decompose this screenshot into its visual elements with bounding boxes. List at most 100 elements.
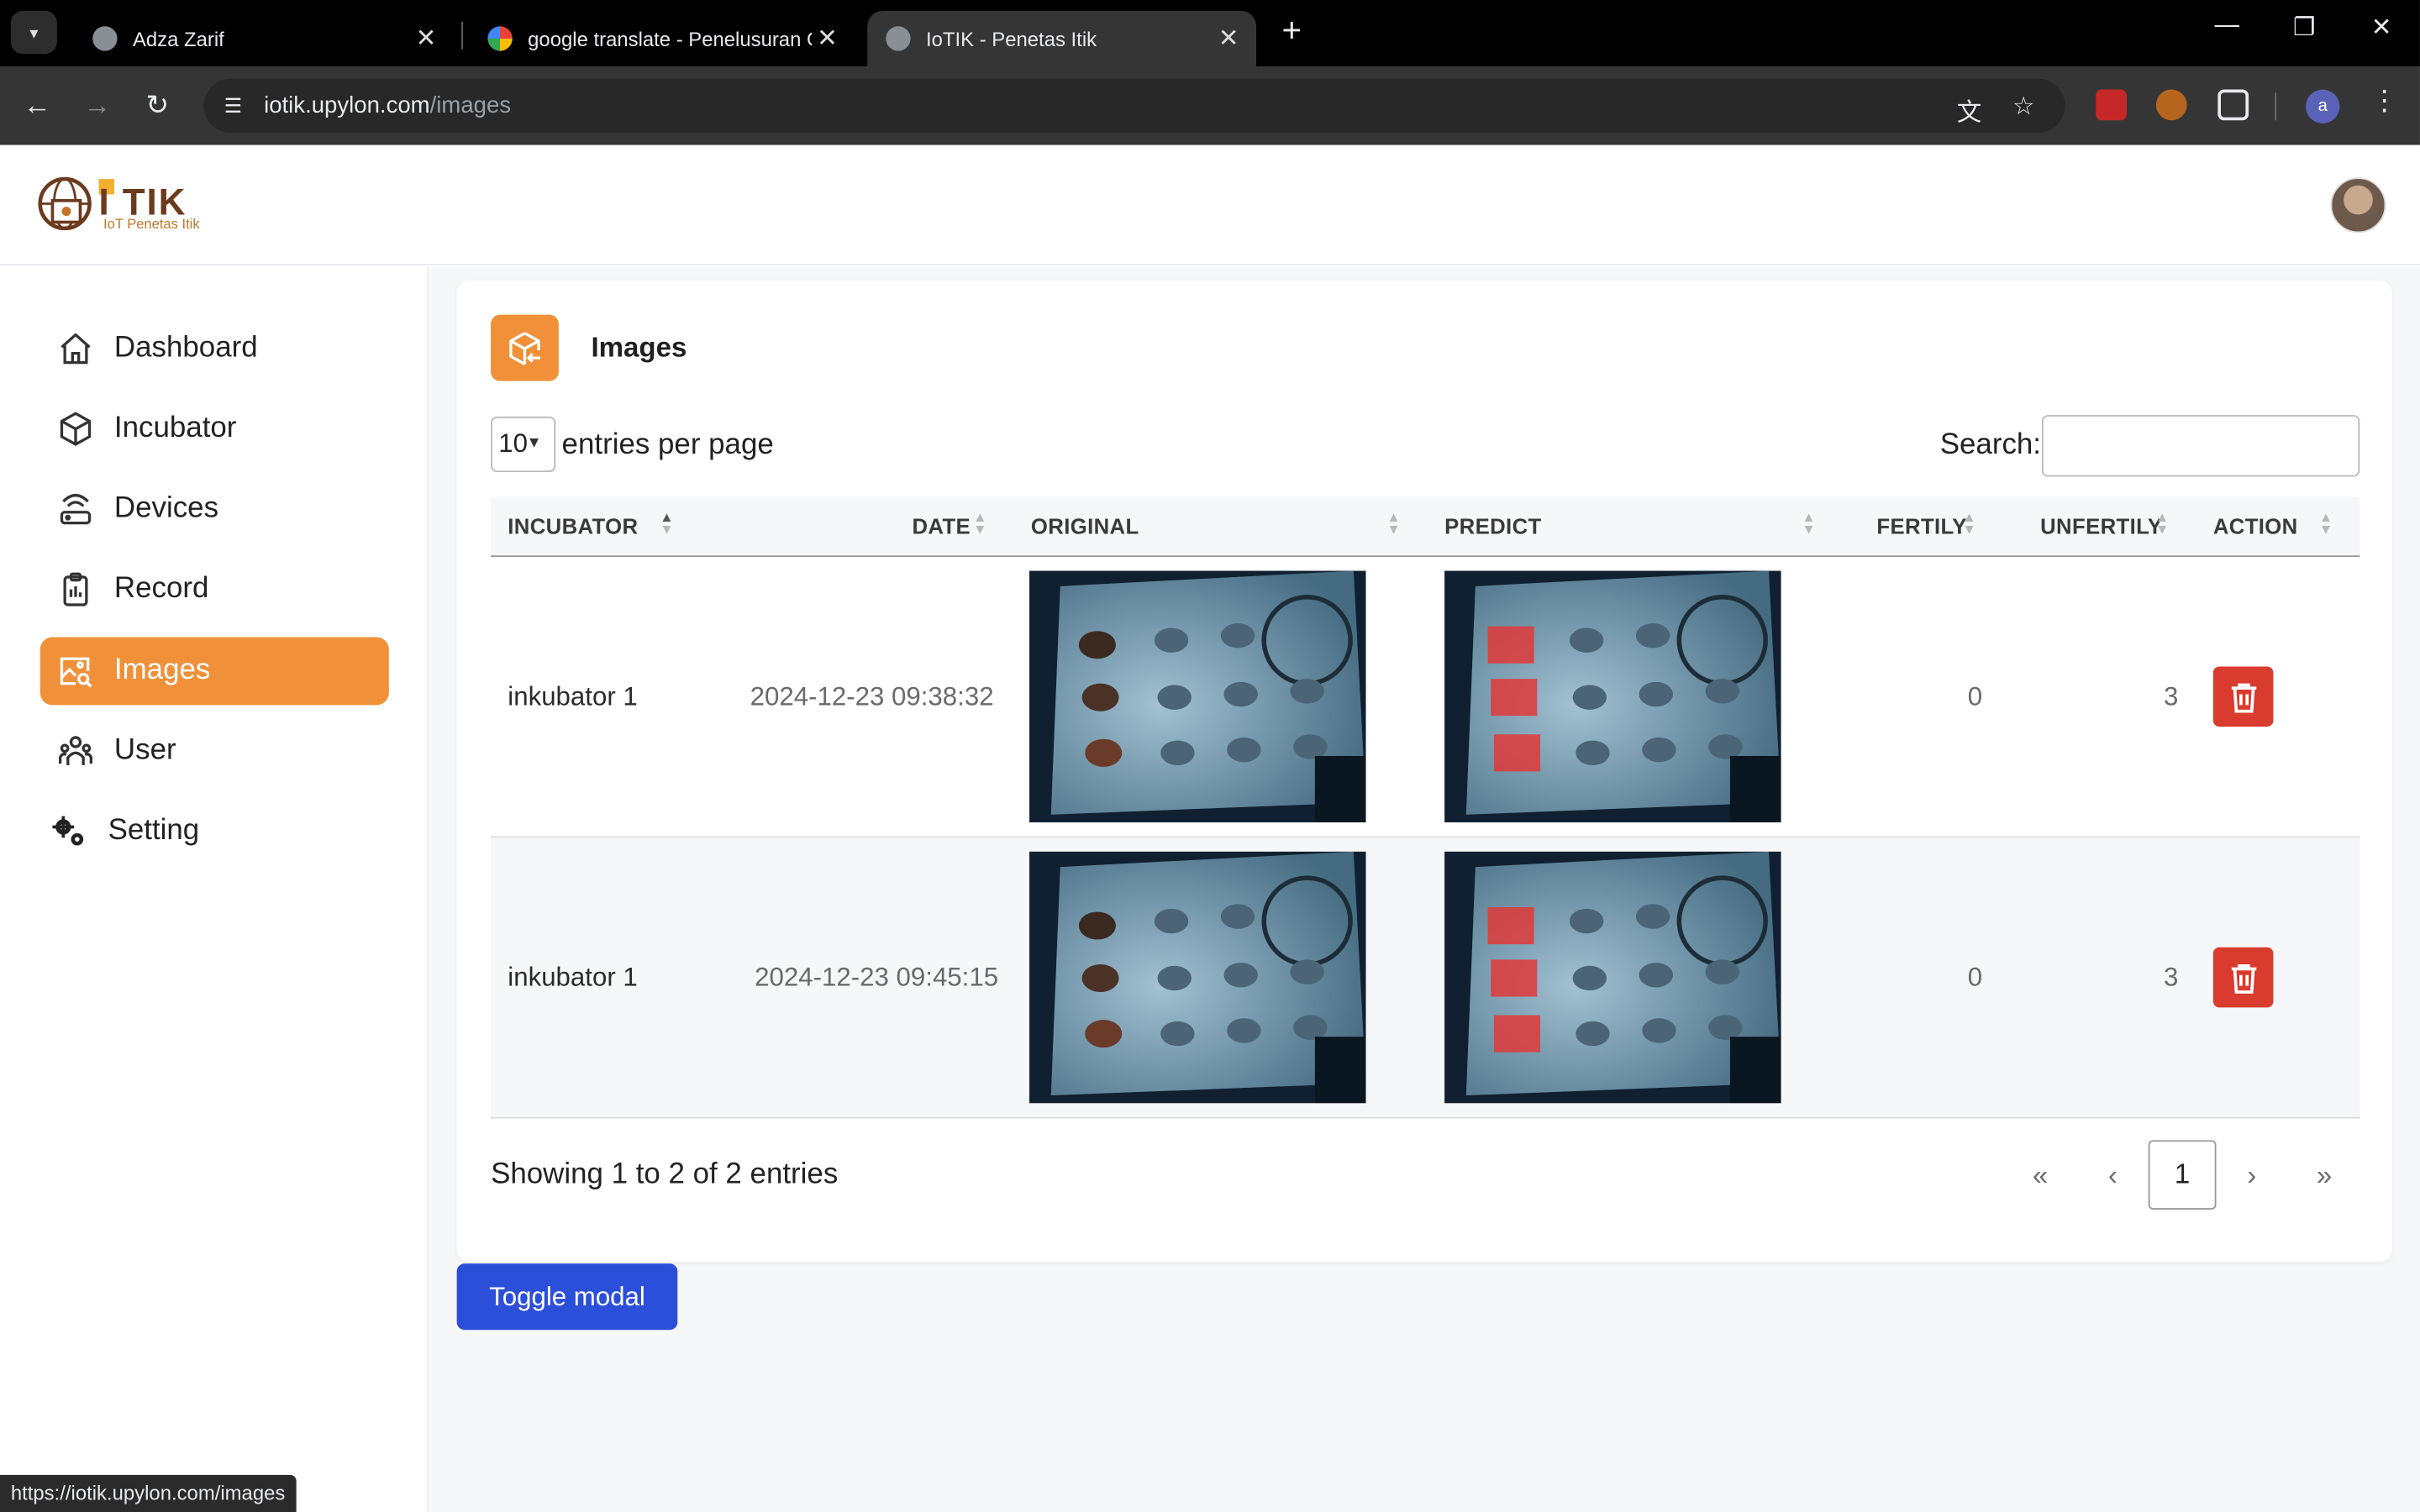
toggle-modal-button[interactable]: Toggle modal [456,1263,678,1331]
box-arrow-icon [491,314,559,381]
user-avatar[interactable] [2330,177,2386,234]
translate-icon[interactable]: 文 [1957,91,1981,128]
chevron-down-icon: ▾ [29,24,39,43]
address-bar[interactable]: ☰ iotik.upylon.com/images 文 ☆ [203,78,2065,133]
sidebar-item-images[interactable]: Images [39,637,389,706]
sort-icon[interactable]: ▲ ▼ [1386,510,1401,536]
reload-icon[interactable]: ↻ [139,87,176,123]
globe-icon [886,26,911,51]
tab-google-translate[interactable]: google translate - Penelusuran Google ✕ [469,11,855,66]
fertily-cell: 0 [1967,963,1983,992]
sidebar-item-label: Setting [108,814,200,848]
sort-icon[interactable]: ▲ ▼ [2154,510,2170,536]
search-input[interactable] [2041,415,2360,477]
entries-per-page-select[interactable]: 10 ▼ [491,416,556,473]
profile-avatar[interactable]: a [2306,89,2340,123]
tab-separator [461,21,464,50]
original-image[interactable] [1029,851,1366,1104]
date-cell: 2024-12-23 09:38:32 [750,681,994,711]
cookie-extension-icon[interactable] [2155,89,2187,121]
close-icon[interactable]: ✕ [1213,24,1244,55]
pagination-current-label: 1 [2174,1158,2191,1190]
entries-value: 10 [498,428,529,459]
tab-adza-zarif[interactable]: Adza Zarif ✕ [74,11,454,66]
column-header-unfertily[interactable]: UNFERTILY [2040,514,2162,538]
sidebar-item-label: Images [113,654,211,687]
sort-icon[interactable]: ▲ ▼ [972,510,987,536]
sidebar-item-incubator[interactable]: Incubator [40,395,389,463]
sidebar-item-user[interactable]: User [40,717,389,785]
close-icon[interactable]: ✕ [812,24,843,55]
forward-icon[interactable]: → [79,87,116,123]
box-icon [55,409,96,449]
clipboard-icon [55,570,96,610]
pagination-prev-button[interactable]: ‹ [2097,1160,2128,1193]
sidebar-item-devices[interactable]: Devices [40,475,389,543]
entries-label: entries per page [561,428,774,462]
unfertily-cell: 3 [2164,681,2179,711]
sidebar-item-label: Record [113,572,209,605]
pagination-page-1[interactable]: 1 [2148,1140,2217,1210]
url-host: iotik.upylon.com [264,92,430,119]
home-icon [55,328,96,369]
column-header-original[interactable]: ORIGINAL [1031,514,1139,538]
fertily-cell: 0 [1967,681,1983,711]
browser-toolbar: ← → ↻ ☰ iotik.upylon.com/images 文 ☆ a ⋮ [0,66,2420,145]
pagination-next-button[interactable]: › [2236,1160,2267,1193]
window-close-icon[interactable]: ✕ [2358,13,2404,44]
tab-search-button[interactable]: ▾ [10,10,57,55]
router-icon [55,489,96,529]
google-icon [487,26,513,51]
url-path: /images [429,92,512,119]
incubator-cell: inkubator 1 [508,963,638,992]
globe-icon [92,26,118,51]
column-header-incubator[interactable]: INCUBATOR [508,514,638,538]
restore-icon[interactable]: ❐ [2281,13,2328,44]
close-icon[interactable]: ✕ [411,24,442,55]
column-header-date[interactable]: DATE [912,514,971,538]
delete-button[interactable] [2212,947,2274,1008]
bookmark-star-icon[interactable]: ☆ [2012,91,2034,122]
incubator-cell: inkubator 1 [508,681,638,711]
column-header-fertily[interactable]: FERTILY [1876,514,1966,538]
search-label: Search: [1939,428,2042,462]
url-text[interactable]: iotik.upylon.com/images [264,92,511,118]
sort-icon[interactable]: ▲ ▼ [659,510,674,536]
column-header-action[interactable]: ACTION [2213,514,2298,538]
sidebar-item-label: Devices [113,491,219,525]
status-bar-url: https://iotik.upylon.com/images [0,1474,297,1512]
sidebar-item-label: Incubator [113,412,237,444]
site-settings-icon[interactable]: ☰ [216,90,250,123]
image-search-icon [55,651,96,691]
sort-icon[interactable]: ▲ ▼ [2318,510,2333,536]
browser-tab-bar: ▾ Adza Zarif ✕ google translate - Penelu… [0,0,2420,66]
column-header-predict[interactable]: PREDICT [1444,514,1541,538]
users-icon [55,732,96,772]
sidebar-item-dashboard[interactable]: Dashboard [40,315,389,383]
sidebar-item-label: Dashboard [113,331,258,365]
original-image[interactable] [1029,570,1366,822]
predict-image[interactable] [1444,851,1781,1104]
sidebar-item-label: User [113,734,176,767]
more-menu-icon[interactable]: ⋮ [2370,85,2398,118]
predict-image[interactable] [1444,570,1781,822]
toolbar-divider [2275,92,2277,121]
minimize-icon[interactable]: — [2204,13,2250,40]
sort-icon[interactable]: ▲ ▼ [1801,510,1816,536]
extension-icon[interactable] [2096,89,2127,121]
sidebar-item-record[interactable]: Record [40,555,389,623]
date-cell: 2024-12-23 09:45:15 [755,963,999,992]
back-icon[interactable]: ← [18,87,55,123]
tab-iotik[interactable]: IoTIK - Penetas Itik ✕ [867,10,1257,66]
puzzle-extensions-icon[interactable] [2217,89,2249,121]
delete-button[interactable] [2212,666,2274,727]
trash-icon [2230,963,2256,993]
sidebar-item-setting[interactable]: Setting [40,798,389,866]
gears-icon [50,811,90,852]
pagination-last-button[interactable]: » [2309,1160,2340,1193]
page-title: Images [591,331,687,363]
sort-icon[interactable]: ▲ ▼ [1961,510,1976,536]
new-tab-button[interactable]: + [1275,13,1308,48]
pagination-first-button[interactable]: « [2025,1160,2056,1193]
logo-subtitle: IoT Penetas Itik [103,216,200,232]
